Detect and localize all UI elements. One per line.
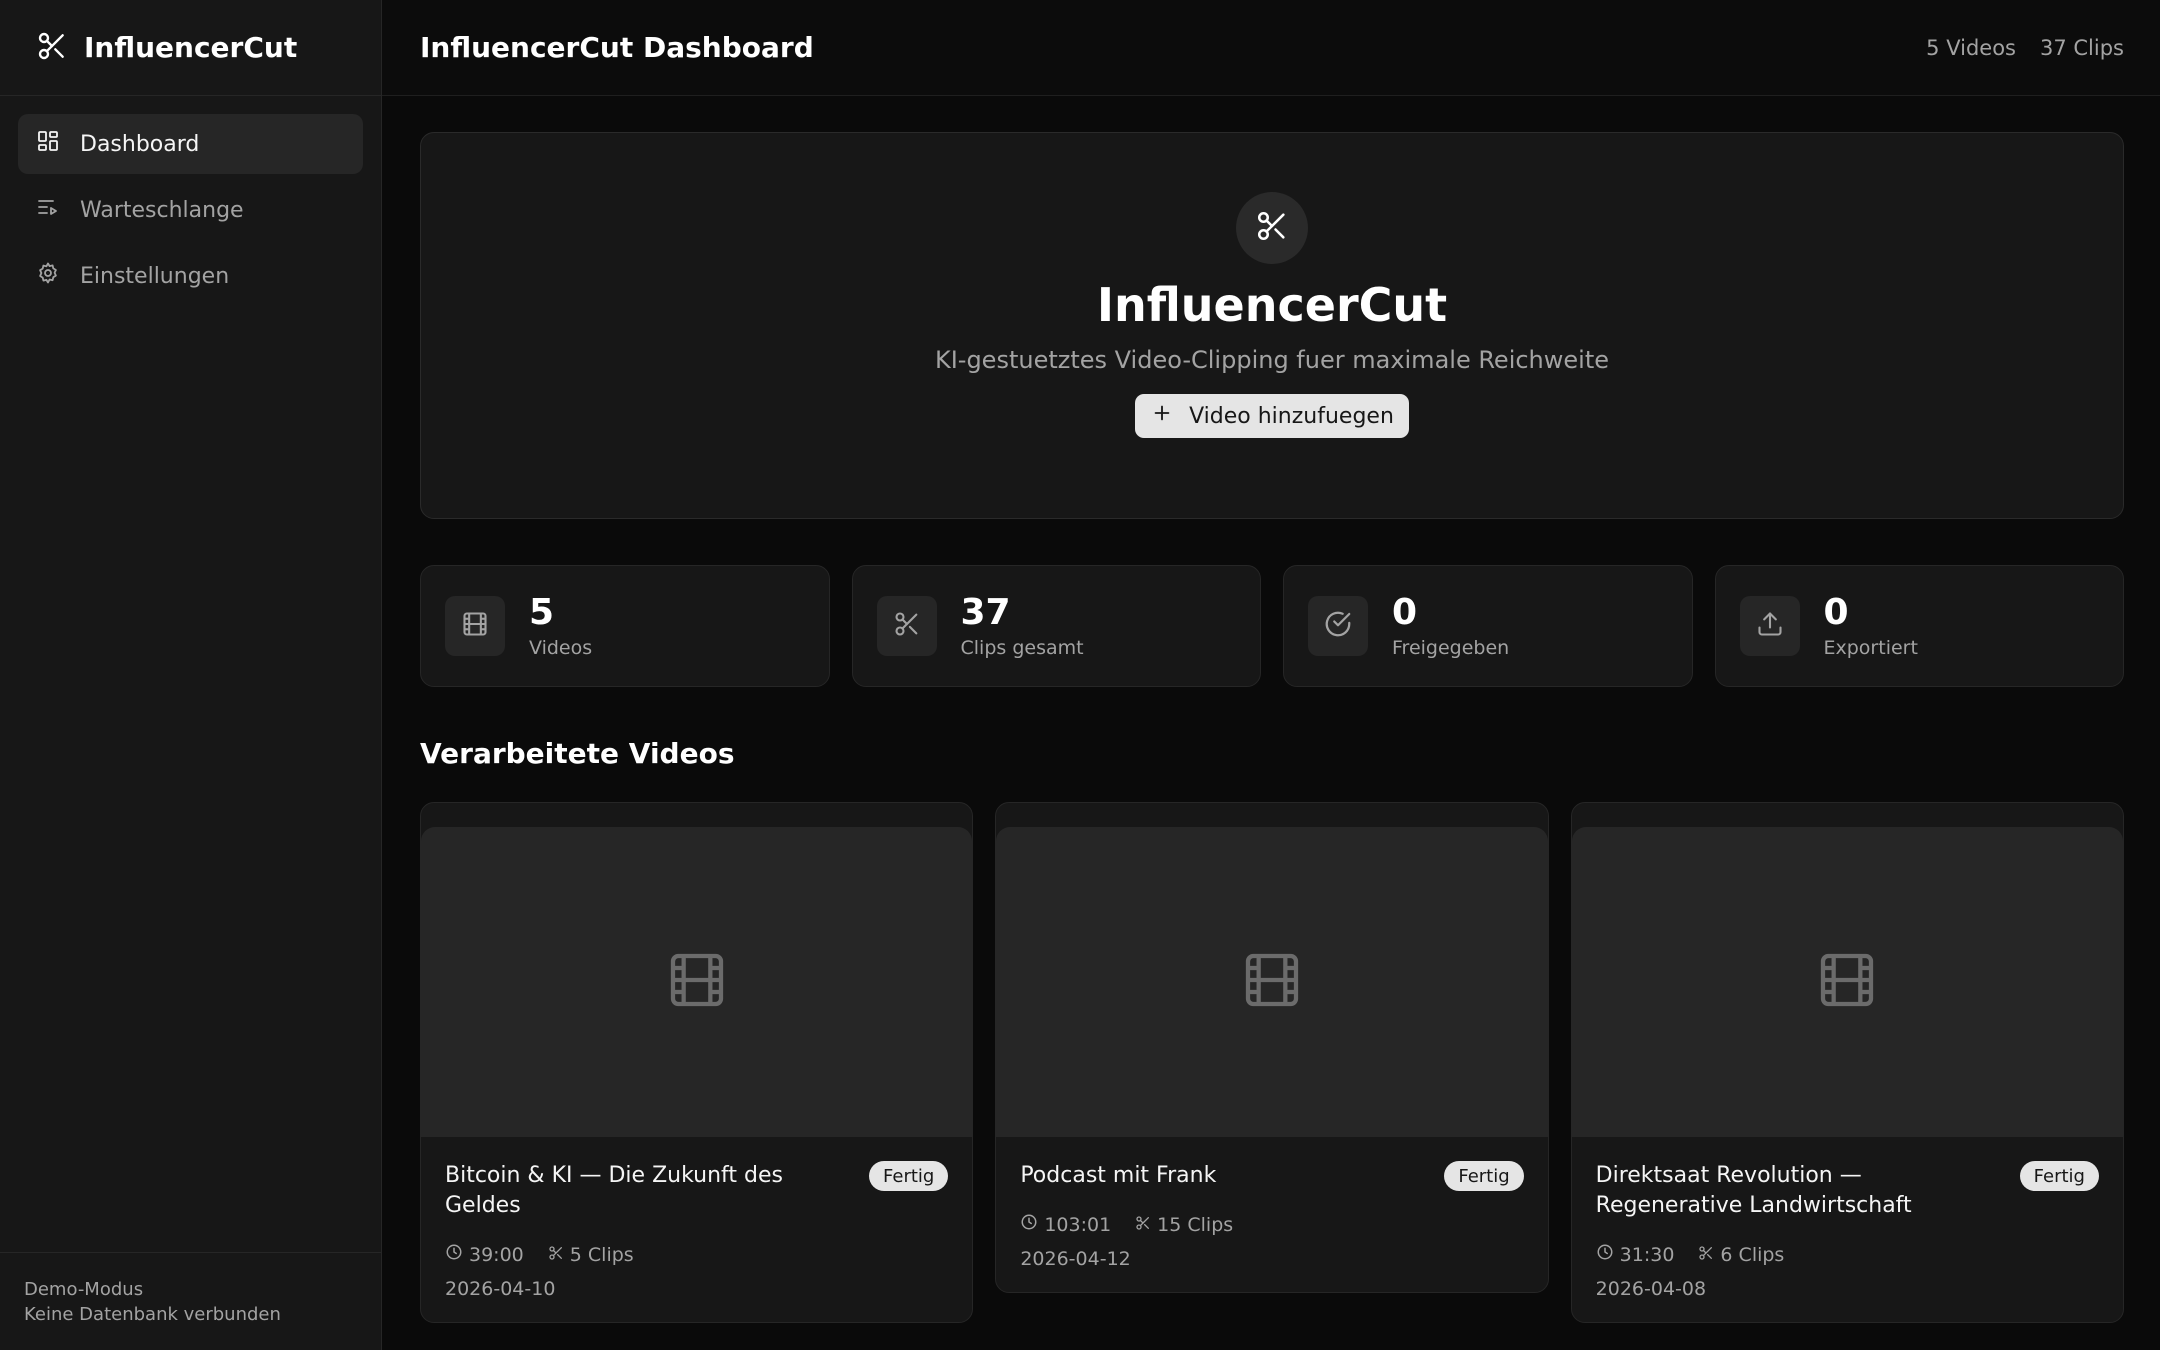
sidebar: InfluencerCut Dashboard Warteschlange Ei…: [0, 0, 382, 1350]
sidebar-item-label: Dashboard: [80, 131, 200, 157]
sidebar-nav: Dashboard Warteschlange Einstellungen: [0, 96, 381, 324]
stat-icon-box: [1308, 596, 1368, 656]
video-body: Bitcoin & KI — Die Zukunft des Geldes Fe…: [421, 1137, 972, 1300]
db-status-label: Keine Datenbank verbunden: [24, 1304, 281, 1325]
demo-mode-label: Demo-Modus: [24, 1279, 144, 1300]
video-thumbnail[interactable]: [996, 827, 1548, 1137]
clips-value: 15 Clips: [1157, 1213, 1234, 1236]
plus-icon: [1151, 402, 1173, 430]
video-date: 2026-04-10: [445, 1278, 556, 1300]
film-icon: [461, 610, 489, 642]
status-badge: Fertig: [869, 1161, 949, 1191]
clips-value: 5 Clips: [569, 1243, 634, 1266]
main: InfluencerCut Dashboard 5 Videos 37 Clip…: [382, 0, 2160, 1350]
clips-count: 37 Clips: [2040, 35, 2124, 60]
scissors-icon: [1698, 1244, 1714, 1266]
hero-icon-circle: [1236, 192, 1308, 264]
topbar-stats: 5 Videos 37 Clips: [1926, 36, 2124, 60]
scissors-icon: [548, 1244, 564, 1266]
stat-value: 37: [960, 592, 1011, 633]
stat-card-videos: 5 Videos: [420, 565, 830, 687]
duration-value: 39:00: [469, 1243, 524, 1266]
status-badge: Fertig: [1444, 1161, 1524, 1191]
video-meta: 103:01 15 Clips: [1020, 1213, 1523, 1236]
hero-title: InfluencerCut: [1096, 278, 1448, 332]
video-title: Podcast mit Frank: [1020, 1163, 1217, 1188]
clock-icon: [1020, 1213, 1038, 1236]
video-date: 2026-04-12: [1020, 1248, 1131, 1270]
video-card[interactable]: Direktsaat Revolution — Regenerative Lan…: [1570, 802, 2124, 1323]
video-clips: 5 Clips: [548, 1243, 634, 1266]
add-video-label: Video hinzufuegen: [1189, 403, 1394, 429]
stat-card-approved: 0 Freigegeben: [1283, 565, 1693, 687]
video-title: Bitcoin & KI — Die Zukunft des Geldes: [445, 1163, 783, 1218]
stat-icon-box: [445, 596, 505, 656]
video-card[interactable]: Podcast mit Frank Fertig 103:01 15 Clips…: [995, 802, 1549, 1293]
stat-icon-box: [876, 596, 937, 656]
brand[interactable]: InfluencerCut: [0, 0, 381, 96]
sidebar-item-dashboard[interactable]: Dashboard: [18, 114, 363, 174]
stat-label: Clips gesamt: [960, 637, 1084, 659]
film-icon: [665, 948, 729, 1016]
video-meta: 31:30 6 Clips: [1596, 1243, 2099, 1266]
video-grid: Bitcoin & KI — Die Zukunft des Geldes Fe…: [420, 802, 2124, 1323]
add-video-button[interactable]: Video hinzufuegen: [1135, 394, 1409, 438]
sidebar-item-einstellungen[interactable]: Einstellungen: [18, 246, 363, 306]
status-badge: Fertig: [2019, 1161, 2099, 1191]
clock-icon: [445, 1243, 463, 1266]
hero-card: InfluencerCut KI-gestuetztes Video-Clipp…: [420, 132, 2124, 519]
page-title: InfluencerCut Dashboard: [420, 31, 814, 64]
stat-icon-box: [1739, 596, 1800, 656]
clock-icon: [1596, 1243, 1614, 1266]
topbar: InfluencerCut Dashboard 5 Videos 37 Clip…: [382, 0, 2160, 96]
sidebar-item-label: Einstellungen: [80, 263, 230, 289]
stat-value: 5: [529, 592, 555, 633]
videos-count: 5 Videos: [1926, 35, 2016, 60]
stat-label: Freigegeben: [1392, 637, 1510, 659]
upload-icon: [1756, 610, 1784, 642]
stat-label: Videos: [529, 637, 593, 659]
duration-value: 103:01: [1044, 1213, 1112, 1236]
video-duration: 39:00: [445, 1243, 524, 1266]
app: InfluencerCut Dashboard Warteschlange Ei…: [0, 0, 2160, 1350]
stat-label: Exportiert: [1823, 637, 1918, 659]
video-date: 2026-04-08: [1595, 1278, 1707, 1300]
queue-icon: [36, 195, 60, 225]
scissors-icon: [1135, 1214, 1151, 1236]
gear-icon: [36, 261, 60, 291]
scissors-icon: [1255, 209, 1289, 247]
video-card[interactable]: Bitcoin & KI — Die Zukunft des Geldes Fe…: [420, 802, 974, 1323]
stat-card-exported: 0 Exportiert: [1714, 565, 2124, 687]
video-clips: 6 Clips: [1698, 1243, 1784, 1266]
section-title: Verarbeitete Videos: [420, 737, 735, 770]
video-duration: 103:01: [1020, 1213, 1111, 1236]
content: InfluencerCut KI-gestuetztes Video-Clipp…: [382, 96, 2160, 1323]
check-circle-icon: [1323, 609, 1353, 643]
video-thumbnail[interactable]: [421, 827, 973, 1137]
video-body: Direktsaat Revolution — Regenerative Lan…: [1572, 1137, 2123, 1300]
stat-value: 0: [1392, 592, 1418, 633]
sidebar-item-warteschlange[interactable]: Warteschlange: [18, 180, 363, 240]
video-thumbnail[interactable]: [1571, 827, 2123, 1137]
film-icon: [1240, 948, 1304, 1016]
scissors-icon: [36, 30, 68, 66]
clips-value: 6 Clips: [1720, 1243, 1785, 1266]
sidebar-item-label: Warteschlange: [80, 197, 244, 223]
stat-value: 0: [1823, 592, 1849, 633]
film-icon: [1815, 948, 1879, 1016]
video-clips: 15 Clips: [1135, 1213, 1233, 1236]
stats-row: 5 Videos 37 Clips gesamt 0 Freigegeben 0…: [420, 565, 2124, 687]
duration-value: 31:30: [1619, 1243, 1675, 1266]
video-title: Direktsaat Revolution — Regenerative Lan…: [1595, 1163, 1912, 1218]
video-body: Podcast mit Frank Fertig 103:01 15 Clips…: [996, 1137, 1547, 1270]
sidebar-footer: Demo-Modus Keine Datenbank verbunden: [0, 1252, 381, 1350]
hero-subtitle: KI-gestuetztes Video-Clipping fuer maxim…: [934, 346, 1610, 374]
scissors-icon: [893, 610, 921, 642]
stat-card-clips: 37 Clips gesamt: [851, 565, 1261, 687]
grid-icon: [36, 129, 60, 159]
video-meta: 39:00 5 Clips: [445, 1243, 948, 1266]
brand-name: InfluencerCut: [84, 31, 298, 64]
video-duration: 31:30: [1596, 1243, 1675, 1266]
